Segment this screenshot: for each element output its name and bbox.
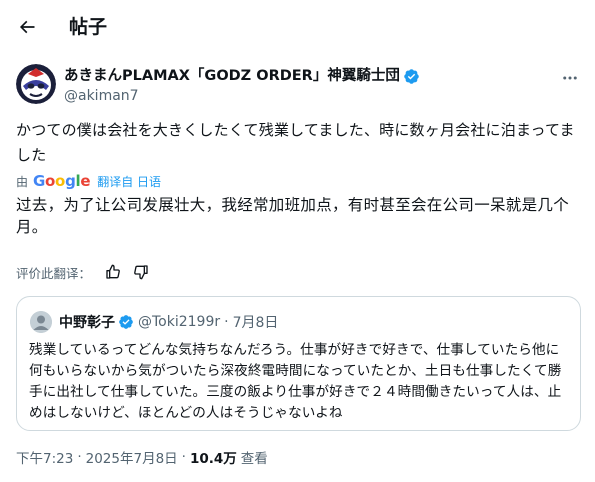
- author-line: あきまんPLAMAX「GODZ ORDER」神翼騎士団: [64, 66, 420, 86]
- translation-attribution: 由 Google 翻译自 日语: [16, 172, 161, 190]
- verified-badge-icon: [119, 315, 133, 329]
- quoted-post[interactable]: 中野彰子 @Toki2199r · 7月8日 残業しているってどんな気持ちなんだ…: [16, 296, 581, 431]
- verified-badge-icon: [404, 68, 419, 84]
- views-label: 查看: [240, 451, 268, 467]
- quote-author-avatar[interactable]: [30, 311, 52, 333]
- quote-separator: ·: [224, 314, 229, 330]
- translated-from-link[interactable]: 翻译自 日语: [97, 173, 161, 190]
- author-avatar[interactable]: [16, 64, 56, 104]
- thumbs-up-button[interactable]: [103, 262, 123, 282]
- quote-author-name: 中野彰子: [59, 315, 115, 331]
- author-handle[interactable]: @akiman7: [64, 87, 139, 105]
- back-button[interactable]: [10, 10, 44, 44]
- thumbs-down-icon: [134, 265, 148, 280]
- page-title: 帖子: [69, 16, 108, 38]
- quote-date: 7月8日: [232, 315, 279, 331]
- rate-translation-row: 评价此翻译：: [16, 262, 151, 282]
- more-horizontal-icon: [563, 76, 577, 80]
- quote-author-line: 中野彰子 @Toki2199r · 7月8日: [59, 312, 278, 332]
- thumbs-up-icon: [106, 264, 120, 279]
- post-original-text: かつての僕は会社を大きくしたくて残業してました、時に数ヶ月会社に泊まってました: [16, 121, 575, 164]
- rate-translation-label: 评价此翻译：: [16, 265, 92, 281]
- arrow-left-icon: [19, 20, 35, 34]
- header: 帖子: [0, 0, 595, 56]
- google-logo: Google: [33, 172, 91, 190]
- translated-by-prefix: 由: [16, 174, 29, 189]
- more-options-button[interactable]: [556, 66, 584, 90]
- quote-author-handle: @Toki2199r: [138, 314, 221, 330]
- post-translated-text: 过去，为了让公司发展壮大，我经常加班加点，有时甚至会在公司一呆就是几个月。: [16, 196, 570, 236]
- post-time[interactable]: 下午7:23: [16, 447, 73, 467]
- thumbs-down-button[interactable]: [131, 262, 151, 282]
- post-date[interactable]: 2025年7月8日: [86, 447, 178, 467]
- meta-separator: ·: [77, 449, 82, 465]
- quote-text: 残業しているってどんな気持ちなんだろう。仕事が好きで好きで、仕事していたら他に何…: [29, 342, 562, 421]
- post-meta: 下午7:23 · 2025年7月8日 · 10.4万 查看: [16, 447, 268, 467]
- meta-separator: ·: [181, 449, 186, 465]
- views-count: 10.4万: [189, 451, 237, 467]
- author-name[interactable]: あきまんPLAMAX「GODZ ORDER」神翼騎士団: [64, 66, 400, 86]
